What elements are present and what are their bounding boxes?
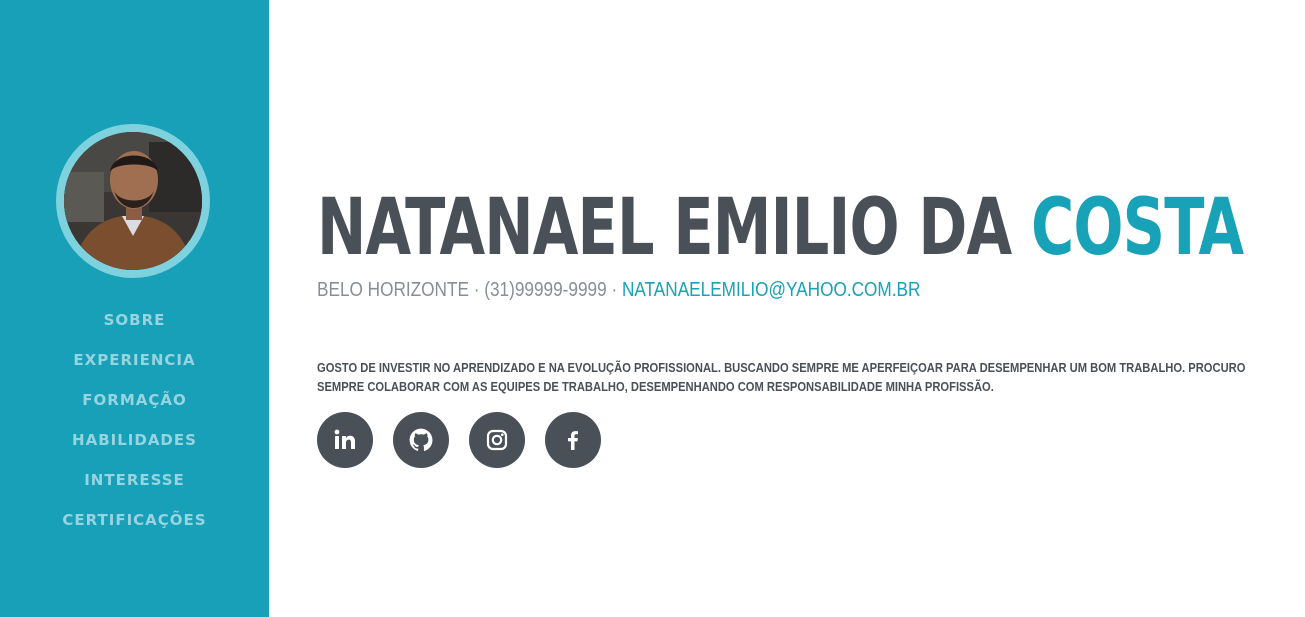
github-icon	[409, 428, 433, 451]
nav-link-experiencia[interactable]: EXPERIENCIA	[73, 351, 195, 369]
phone: (31)99999-9999	[484, 279, 607, 301]
social-icons	[317, 412, 601, 468]
contact-separator: ·	[606, 279, 622, 301]
last-name: COSTA	[1030, 183, 1244, 273]
instagram-icon	[486, 429, 508, 451]
about-text: GOSTO DE INVESTIR NO APRENDIZADO E NA EV…	[317, 360, 1246, 394]
city: BELO HORIZONTE	[317, 279, 469, 301]
linkedin-button[interactable]	[317, 412, 373, 468]
profile-photo	[56, 124, 210, 278]
facebook-button[interactable]	[545, 412, 601, 468]
sidebar-nav: SOBRE EXPERIENCIA FORMAÇÃO HABILIDADES I…	[0, 300, 269, 540]
email-link[interactable]: NATANAELEMILIO@YAHOO.COM.BR	[622, 279, 920, 301]
nav-item-experiencia: EXPERIENCIA	[0, 340, 269, 380]
nav-item-sobre: SOBRE	[0, 300, 269, 340]
nav-link-sobre[interactable]: SOBRE	[104, 311, 166, 329]
sidebar: SOBRE EXPERIENCIA FORMAÇÃO HABILIDADES I…	[0, 0, 269, 617]
linkedin-icon	[334, 429, 355, 449]
contact-separator: ·	[468, 279, 485, 301]
profile-photo-image	[64, 132, 202, 270]
first-names: NATANAEL EMILIO DA	[317, 183, 1012, 273]
github-button[interactable]	[393, 412, 449, 468]
nav-link-habilidades[interactable]: HABILIDADES	[72, 431, 197, 449]
nav-link-certificacoes[interactable]: CERTIFICAÇÕES	[62, 511, 206, 529]
nav-link-interesse[interactable]: INTERESSE	[84, 471, 185, 489]
nav-item-formacao: FORMAÇÃO	[0, 380, 269, 420]
nav-item-certificacoes: CERTIFICAÇÕES	[0, 500, 269, 540]
nav-item-habilidades: HABILIDADES	[0, 420, 269, 460]
facebook-icon	[568, 431, 578, 450]
profile-name: NATANAEL EMILIO DA COSTA	[317, 178, 1244, 278]
nav-item-interesse: INTERESSE	[0, 460, 269, 500]
contact-line: BELO HORIZONTE · (31)99999-9999 · NATANA…	[317, 279, 920, 302]
instagram-button[interactable]	[469, 412, 525, 468]
nav-link-formacao[interactable]: FORMAÇÃO	[82, 391, 186, 409]
